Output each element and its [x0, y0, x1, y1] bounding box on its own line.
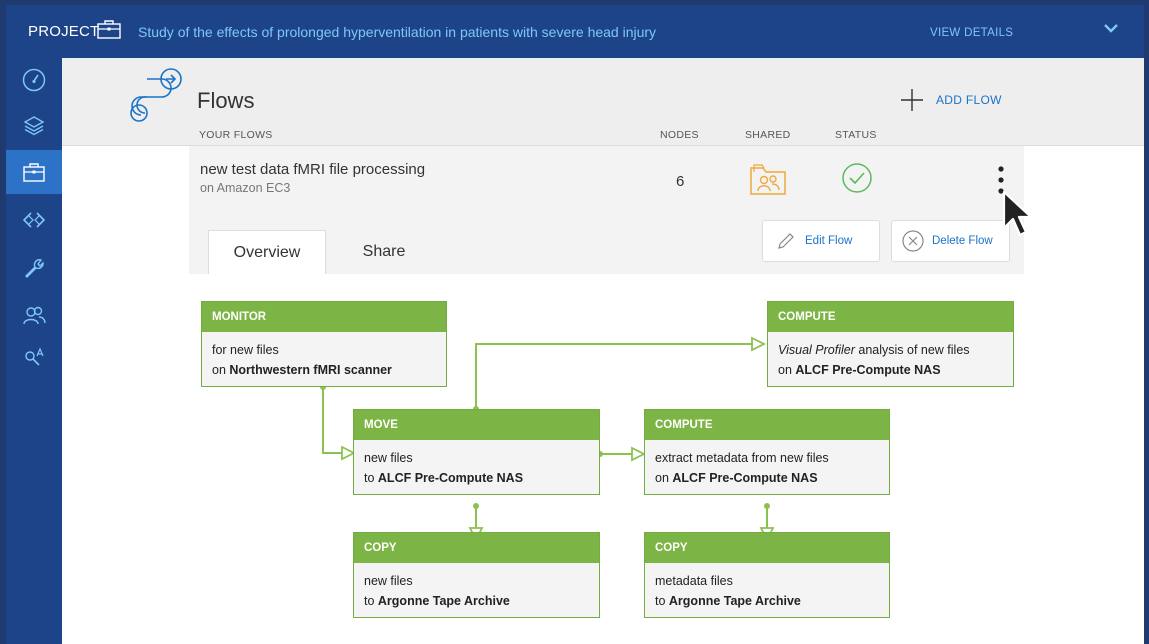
sidebar-item-search[interactable]: [6, 338, 62, 382]
node-line2-bold: ALCF Pre-Compute NAS: [377, 471, 524, 485]
node-line2-prefix: to: [655, 594, 669, 608]
dashboard-icon: [22, 68, 46, 92]
sidebar-item-tools[interactable]: [6, 246, 62, 290]
flow-nodes-count: 6: [676, 173, 685, 190]
add-flow-button[interactable]: ADD FLOW: [900, 88, 1002, 112]
node-copy-metadata[interactable]: COPY metadata files to Argonne Tape Arch…: [644, 532, 890, 618]
search-translate-icon: [25, 347, 44, 366]
mouse-cursor-icon: [1002, 190, 1033, 237]
col-status: STATUS: [835, 129, 877, 141]
col-shared: SHARED: [745, 129, 791, 141]
project-title-link[interactable]: Study of the effects of prolonged hyperv…: [138, 24, 656, 40]
status-check-icon: [842, 163, 872, 193]
col-your-flows: YOUR FLOWS: [199, 129, 273, 141]
node-line2-prefix: to: [364, 594, 378, 608]
shared-folder-icon[interactable]: [749, 162, 787, 196]
node-line2-prefix: on: [212, 363, 230, 377]
node-line2-prefix: on: [778, 363, 796, 377]
flow-name: new test data fMRI file processing: [200, 161, 426, 178]
node-body: new files to Argonne Tape Archive: [354, 563, 599, 619]
flows-icon: [130, 68, 182, 122]
flow-row[interactable]: new test data fMRI file processing on Am…: [189, 146, 1024, 274]
node-line1: for new files: [212, 343, 279, 357]
edit-flow-button[interactable]: Edit Flow: [762, 220, 880, 262]
flow-diagram: MONITOR for new files on Northwestern fM…: [62, 274, 1144, 644]
edit-flow-label: Edit Flow: [805, 235, 853, 247]
tab-share[interactable]: Share: [339, 230, 429, 274]
node-type: COMPUTE: [768, 302, 1013, 332]
node-body: metadata files to Argonne Tape Archive: [645, 563, 889, 619]
project-label: PROJECT: [28, 23, 100, 40]
node-line2-bold: Argonne Tape Archive: [668, 594, 801, 608]
code-icon: [22, 212, 46, 228]
delete-flow-button[interactable]: Delete Flow: [891, 220, 1010, 262]
project-header: PROJECT Study of the effects of prolonge…: [6, 5, 1144, 58]
view-details-link[interactable]: VIEW DETAILS: [930, 27, 1013, 39]
users-icon: [23, 306, 46, 325]
node-compute-profiler[interactable]: COMPUTE Visual Profiler analysis of new …: [767, 301, 1014, 387]
node-compute-metadata[interactable]: COMPUTE extract metadata from new files …: [644, 409, 890, 495]
flow-location: on Amazon EC3: [200, 181, 291, 195]
flows-header: Flows ADD FLOW YOUR FLOWS NODES SHARED S…: [62, 58, 1144, 146]
sidebar-item-projects[interactable]: [6, 150, 62, 194]
node-monitor[interactable]: MONITOR for new files on Northwestern fM…: [201, 301, 447, 387]
node-type: COPY: [645, 533, 889, 563]
node-body: for new files on Northwestern fMRI scann…: [202, 332, 446, 388]
node-line1: extract metadata from new files: [655, 451, 829, 465]
layers-icon: [23, 116, 45, 136]
node-type: COPY: [354, 533, 599, 563]
briefcase-icon: [97, 20, 121, 39]
node-line1: new files: [364, 574, 413, 588]
node-line2-prefix: on: [655, 471, 673, 485]
node-line1: new files: [364, 451, 413, 465]
node-line2-bold: Argonne Tape Archive: [377, 594, 510, 608]
sidebar-item-dashboard[interactable]: [6, 58, 62, 102]
tab-overview[interactable]: Overview: [208, 230, 326, 274]
briefcase-icon: [23, 163, 45, 182]
close-circle-icon: [902, 230, 924, 252]
window-edge: [1144, 5, 1149, 644]
plus-icon: [901, 89, 923, 111]
node-type: COMPUTE: [645, 410, 889, 440]
node-body: extract metadata from new files on ALCF …: [645, 440, 889, 496]
node-body: Visual Profiler analysis of new files on…: [768, 332, 1013, 388]
node-body: new files to ALCF Pre-Compute NAS: [354, 440, 599, 496]
chevron-down-icon[interactable]: [1102, 21, 1120, 35]
node-type: MONITOR: [202, 302, 446, 332]
sidebar: [6, 58, 62, 644]
node-line2-bold: Northwestern fMRI scanner: [229, 363, 392, 377]
node-type: MOVE: [354, 410, 599, 440]
node-line1-italic: Visual Profiler: [778, 343, 855, 357]
node-copy-files[interactable]: COPY new files to Argonne Tape Archive: [353, 532, 600, 618]
page-title: Flows: [197, 88, 255, 113]
add-flow-label: ADD FLOW: [936, 93, 1002, 107]
node-line2-bold: ALCF Pre-Compute NAS: [672, 471, 818, 485]
node-line2-prefix: to: [364, 471, 378, 485]
node-line1: metadata files: [655, 574, 733, 588]
node-move[interactable]: MOVE new files to ALCF Pre-Compute NAS: [353, 409, 600, 495]
col-nodes: NODES: [660, 129, 699, 141]
node-line1-rest: analysis of new files: [854, 343, 970, 357]
sidebar-item-users[interactable]: [6, 294, 62, 338]
main-content: Flows ADD FLOW YOUR FLOWS NODES SHARED S…: [62, 58, 1144, 644]
delete-flow-label: Delete Flow: [932, 235, 993, 247]
pencil-icon: [778, 233, 794, 249]
wrench-icon: [25, 259, 44, 278]
sidebar-item-layers[interactable]: [6, 103, 62, 147]
sidebar-item-code[interactable]: [6, 198, 62, 242]
node-line2-bold: ALCF Pre-Compute NAS: [795, 363, 941, 377]
